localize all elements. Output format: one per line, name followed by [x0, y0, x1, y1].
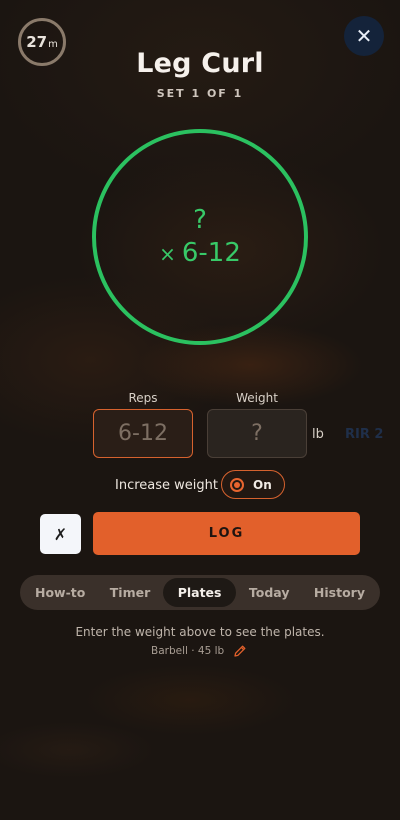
log-button[interactable]: LOG	[93, 512, 360, 555]
tab-timer[interactable]: Timer	[98, 578, 162, 607]
rir-indicator: RIR 2	[345, 427, 384, 442]
weight-unit: lb	[312, 427, 324, 442]
target-reps: 6-12	[181, 237, 241, 268]
tab-bar: How-to Timer Plates Today History	[20, 575, 380, 610]
tab-how-to[interactable]: How-to	[23, 578, 97, 607]
tab-plates[interactable]: Plates	[162, 578, 237, 607]
increase-weight-toggle[interactable]: On	[221, 470, 285, 499]
target-reps-line: × 6-12	[159, 236, 241, 271]
exercise-title: Leg Curl	[136, 48, 264, 79]
close-icon: ✕	[355, 24, 373, 48]
set-counter: SET 1 OF 1	[156, 87, 244, 100]
toggle-state: On	[253, 477, 272, 492]
radio-dot-icon	[230, 477, 244, 492]
cross-icon: ✗	[53, 524, 68, 544]
target-ring: ? × 6-12	[92, 129, 308, 345]
target-weight: ?	[193, 204, 207, 235]
reps-label: Reps	[128, 391, 158, 405]
increase-weight-label: Increase weight	[115, 478, 218, 493]
times-symbol: ×	[159, 241, 176, 266]
plates-hint: Enter the weight above to see the plates…	[75, 625, 325, 639]
barbell-label: Barbell · 45 lb	[151, 645, 225, 657]
skip-set-button[interactable]: ✗	[40, 514, 81, 554]
barbell-info: Barbell · 45 lb	[151, 644, 247, 658]
pencil-icon[interactable]	[233, 644, 247, 658]
tab-today[interactable]: Today	[237, 578, 302, 607]
workout-screen: 27 m ✕ Leg Curl SET 1 OF 1 ? × 6-12 Reps …	[0, 0, 400, 820]
weight-placeholder: ?	[251, 421, 263, 446]
tab-history[interactable]: History	[302, 578, 377, 607]
reps-placeholder: 6-12	[118, 421, 168, 446]
weight-input[interactable]: ?	[207, 409, 307, 458]
reps-input[interactable]: 6-12	[93, 409, 193, 458]
weight-label: Weight	[236, 391, 278, 405]
